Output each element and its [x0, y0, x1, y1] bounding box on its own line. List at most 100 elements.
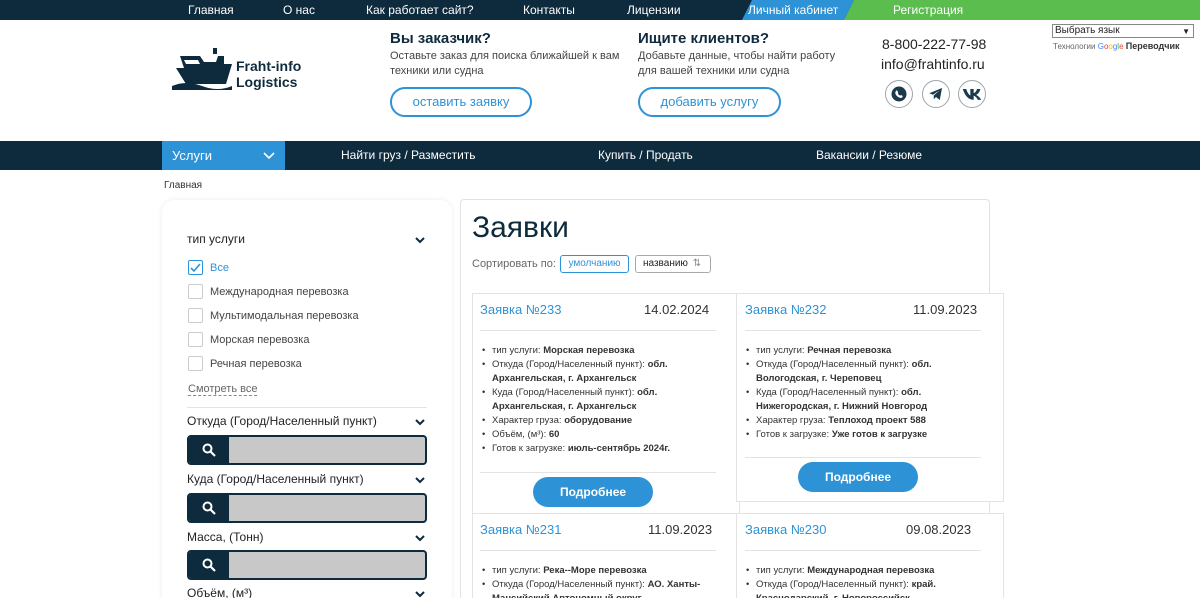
show-all-link[interactable]: Смотреть все: [188, 383, 258, 396]
checkbox-label[interactable]: Международная перевозка: [210, 286, 349, 298]
logo-line-2: Logistics: [236, 74, 298, 90]
detail-item: Характер груза: оборудование: [482, 414, 702, 428]
detail-item: Готов к загрузке: Уже готов к загрузке: [746, 428, 968, 442]
checkbox-sea[interactable]: [188, 332, 203, 347]
request-title-link[interactable]: Заявка №231: [480, 522, 561, 537]
request-details: тип услуги: Международная перевозка Отку…: [746, 564, 968, 598]
nav-buy-sell[interactable]: Купить / Продать: [598, 141, 693, 170]
chevron-down-icon: ▼: [1182, 27, 1190, 36]
add-service-button[interactable]: добавить услугу: [638, 87, 781, 117]
details-button[interactable]: Подробнее: [533, 477, 653, 507]
detail-item: Куда (Город/Населенный пункт): обл. Арха…: [482, 386, 702, 414]
request-details: тип услуги: Река--Море перевозка Откуда …: [482, 564, 702, 598]
search-button[interactable]: [189, 495, 229, 521]
detail-key: Откуда (Город/Населенный пункт):: [492, 359, 648, 370]
nav-services-label: Услуги: [172, 148, 212, 163]
detail-item: тип услуги: Международная перевозка: [746, 564, 968, 578]
chevron-down-icon[interactable]: [414, 234, 426, 246]
to-search-input[interactable]: [187, 493, 427, 523]
chevron-down-icon[interactable]: [414, 474, 426, 486]
divider: [745, 330, 981, 331]
request-date: 14.02.2024: [644, 302, 710, 317]
chevron-down-icon: [263, 152, 275, 160]
chevron-down-icon[interactable]: [414, 532, 426, 544]
divider: [187, 407, 427, 408]
detail-value: Уже готов к загрузке: [831, 429, 928, 440]
sort-default-button[interactable]: умолчанию: [560, 255, 629, 273]
topnav-how-it-works[interactable]: Как работает сайт?: [366, 0, 474, 20]
leave-request-button[interactable]: оставить заявку: [390, 87, 532, 117]
details-button[interactable]: Подробнее: [798, 462, 918, 492]
topnav-about[interactable]: О нас: [283, 0, 315, 20]
filter-volume-label: Объём, (м³): [187, 586, 253, 598]
search-button[interactable]: [189, 552, 229, 578]
nav-services-dropdown[interactable]: Услуги: [162, 141, 285, 170]
filter-service-type-title[interactable]: тип услуги: [187, 232, 245, 246]
checkbox-international[interactable]: [188, 284, 203, 299]
detail-key: Объём, (м³):: [492, 429, 549, 440]
sort-label: Сортировать по:: [472, 258, 556, 270]
topnav-licenses[interactable]: Лицензии: [627, 0, 681, 20]
customer-text: Оставьте заказ для поиска ближайшей к ва…: [390, 50, 620, 77]
request-title-link[interactable]: Заявка №230: [745, 522, 826, 537]
sort-arrows-icon: ⇅: [692, 258, 702, 269]
checkbox-label[interactable]: Мультимодальная перевозка: [210, 310, 359, 322]
detail-key: Куда (Город/Населенный пункт):: [756, 387, 902, 398]
topnav-contacts[interactable]: Контакты: [523, 0, 575, 20]
detail-key: Откуда (Город/Населенный пункт):: [756, 579, 912, 590]
breadcrumb[interactable]: Главная: [164, 180, 202, 191]
request-title-link[interactable]: Заявка №233: [480, 302, 561, 317]
divider: [480, 550, 716, 551]
phone-number[interactable]: 8-800-222-77-98: [882, 36, 986, 52]
chevron-down-icon[interactable]: [414, 588, 426, 598]
checkbox-label[interactable]: Морская перевозка: [210, 334, 309, 346]
detail-item: тип услуги: Речная перевозка: [746, 344, 968, 358]
topnav-cabinet[interactable]: Личный кабинет: [748, 0, 838, 20]
detail-value: Морская перевозка: [543, 345, 635, 356]
telegram-icon[interactable]: [922, 80, 950, 108]
checkbox-label[interactable]: Речная перевозка: [210, 358, 302, 370]
google-logo: Google: [1097, 42, 1124, 51]
mass-search-input[interactable]: [187, 550, 427, 580]
request-date: 09.08.2023: [906, 522, 972, 537]
divider: [745, 550, 981, 551]
filter-mass-label: Масса, (Тонн): [187, 530, 264, 544]
vk-icon[interactable]: [958, 80, 986, 108]
filter-to-label: Куда (Город/Населенный пункт): [187, 472, 364, 486]
detail-key: Готов к загрузке:: [492, 443, 568, 454]
detail-key: Характер груза:: [492, 415, 565, 426]
clients-text: Добавьте данные, чтобы найти работу для …: [638, 50, 836, 77]
detail-value: 60: [548, 429, 560, 440]
topnav-register[interactable]: Регистрация: [893, 0, 963, 20]
sort-name-button[interactable]: названию ⇅: [635, 255, 711, 273]
from-search-input[interactable]: [187, 435, 427, 465]
page-title: Заявки: [472, 211, 569, 244]
detail-key: Готов к загрузке:: [756, 429, 832, 440]
ship-logo-icon[interactable]: [170, 46, 234, 90]
search-button[interactable]: [189, 437, 229, 463]
detail-item: Откуда (Город/Населенный пункт): край. К…: [746, 578, 968, 598]
language-select[interactable]: Выбрать язык ▼: [1052, 24, 1194, 38]
request-details: тип услуги: Морская перевозка Откуда (Го…: [482, 344, 702, 456]
checkbox-multimodal[interactable]: [188, 308, 203, 323]
checkbox-river[interactable]: [188, 356, 203, 371]
request-title-link[interactable]: Заявка №232: [745, 302, 826, 317]
detail-key: Характер груза:: [756, 415, 829, 426]
nav-find-cargo[interactable]: Найти груз / Разместить: [341, 141, 476, 170]
sort-name-label: названию: [643, 258, 688, 269]
checkbox-all[interactable]: [188, 260, 203, 275]
powered-suffix[interactable]: Переводчик: [1126, 41, 1180, 51]
logo-text[interactable]: Fraht-info Logistics: [236, 58, 301, 90]
nav-vacancies[interactable]: Вакансии / Резюме: [816, 141, 922, 170]
search-icon: [202, 501, 216, 515]
chevron-down-icon[interactable]: [414, 416, 426, 428]
detail-item: тип услуги: Морская перевозка: [482, 344, 702, 358]
whatsapp-icon[interactable]: [885, 80, 913, 108]
detail-item: Характер груза: Теплоход проект 588: [746, 414, 968, 428]
detail-value: Теплоход проект 588: [828, 415, 926, 426]
request-date: 11.09.2023: [913, 302, 978, 317]
email-address[interactable]: info@frahtinfo.ru: [881, 56, 985, 72]
topnav-home[interactable]: Главная: [188, 0, 234, 20]
detail-key: Куда (Город/Населенный пункт):: [492, 387, 638, 398]
checkbox-label[interactable]: Все: [210, 262, 229, 274]
